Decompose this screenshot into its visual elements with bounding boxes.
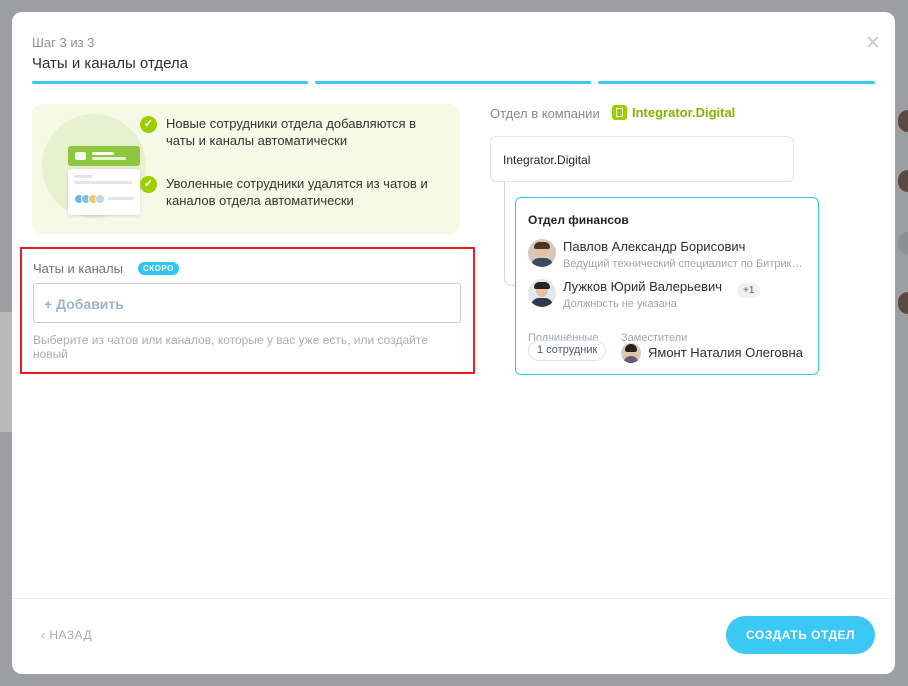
background-avatar (898, 170, 908, 192)
avatar (528, 239, 556, 267)
department-card: Отдел финансов Павлов Александр Борисови… (515, 197, 819, 375)
add-chat-label: + Добавить (44, 296, 124, 312)
avatar (621, 343, 641, 363)
add-chat-input[interactable]: + Добавить (33, 283, 461, 323)
background-avatar (898, 232, 908, 254)
person-name: Лужков Юрий Валерьевич (563, 279, 722, 294)
background-avatar (898, 110, 908, 132)
feature-item: ✓ Новые сотрудники отдела добавляются в … (140, 116, 446, 149)
soon-badge: СКОРО (138, 262, 179, 275)
progress-segment-1 (32, 81, 308, 84)
footer-divider (12, 598, 895, 599)
company-link[interactable]: Integrator.Digital (632, 105, 735, 120)
chats-label: Чаты и каналы (33, 261, 123, 276)
create-department-modal: ✕ Шаг 3 из 3 Чаты и каналы отдела ✓ Новы… (12, 12, 895, 674)
root-department-name: Integrator.Digital (503, 153, 591, 167)
progress-segment-3 (598, 81, 875, 84)
root-department-card[interactable]: Integrator.Digital (490, 136, 794, 182)
department-name: Отдел финансов (528, 213, 629, 227)
step-indicator: Шаг 3 из 3 (32, 35, 95, 50)
person-position: Ведущий технический специалист по Битрик… (563, 258, 805, 270)
create-department-button[interactable]: СОЗДАТЬ ОТДЕЛ (726, 616, 875, 654)
page-title: Чаты и каналы отдела (32, 55, 189, 72)
person-position: Должность не указана (563, 298, 677, 310)
check-icon: ✓ (140, 116, 157, 133)
chevron-left-icon: ‹ (41, 628, 46, 642)
subordinates-count[interactable]: 1 сотрудник (528, 340, 607, 361)
company-icon (612, 105, 627, 120)
deputy-name: Ямонт Наталия Олеговна (648, 345, 803, 360)
chat-illustration (42, 114, 146, 218)
background-avatar (898, 292, 908, 314)
more-heads-badge[interactable]: +1 (737, 283, 761, 298)
person-name: Павлов Александр Борисович (563, 239, 746, 254)
avatar (528, 279, 556, 307)
check-icon: ✓ (140, 176, 157, 193)
chats-section: Чаты и каналы СКОРО + Добавить Выберите … (20, 247, 475, 374)
company-label: Отдел в компании (490, 106, 600, 121)
chats-hint: Выберите из чатов или каналов, которые у… (33, 333, 428, 361)
back-button[interactable]: ‹ НАЗАД (41, 628, 92, 642)
close-icon[interactable]: ✕ (865, 34, 881, 53)
info-card: ✓ Новые сотрудники отдела добавляются в … (32, 104, 460, 234)
progress-segment-2 (315, 81, 591, 84)
feature-item: ✓ Уволенные сотрудники удалятся из чатов… (140, 176, 446, 209)
